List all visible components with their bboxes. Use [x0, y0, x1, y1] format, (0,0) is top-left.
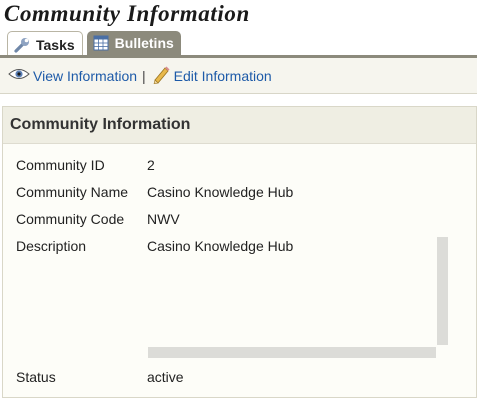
description-horizontal-scrollbar[interactable]	[148, 347, 436, 358]
field-label: Description	[16, 238, 87, 254]
tab-bulletins-label: Bulletins	[114, 35, 174, 51]
field-label: Status	[16, 369, 56, 385]
view-information-link[interactable]: View Information	[8, 67, 137, 84]
field-value: Casino Knowledge Hub	[147, 238, 294, 254]
field-label: Community Code	[16, 211, 125, 227]
page-title: Community Information	[4, 1, 250, 26]
wrench-icon	[13, 36, 31, 54]
edit-information-label: Edit Information	[173, 67, 272, 84]
edit-information-link[interactable]: Edit Information	[151, 64, 272, 87]
field-value: NWV	[147, 211, 180, 227]
tab-bulletins[interactable]: Bulletins	[86, 31, 181, 55]
field-label: Community ID	[16, 157, 105, 173]
field-value: active	[147, 369, 184, 385]
field-label: Community Name	[16, 184, 129, 200]
tab-tasks[interactable]: Tasks	[7, 31, 83, 57]
view-information-label: View Information	[33, 67, 138, 84]
tab-tasks-label: Tasks	[36, 36, 75, 53]
field-value: Casino Knowledge Hub	[147, 184, 294, 200]
eye-icon	[8, 67, 30, 84]
pencil-icon	[151, 64, 171, 87]
tab-bar: Tasks Bulletins	[7, 31, 181, 57]
description-vertical-scrollbar[interactable]	[437, 237, 448, 345]
field-value: 2	[147, 157, 155, 173]
toolbar: View Information | Edit Information	[0, 58, 477, 94]
community-info-panel: Community Information Community ID 2 Com…	[2, 106, 477, 398]
panel-title: Community Information	[3, 107, 476, 144]
toolbar-separator: |	[142, 67, 146, 84]
table-icon	[92, 34, 110, 52]
